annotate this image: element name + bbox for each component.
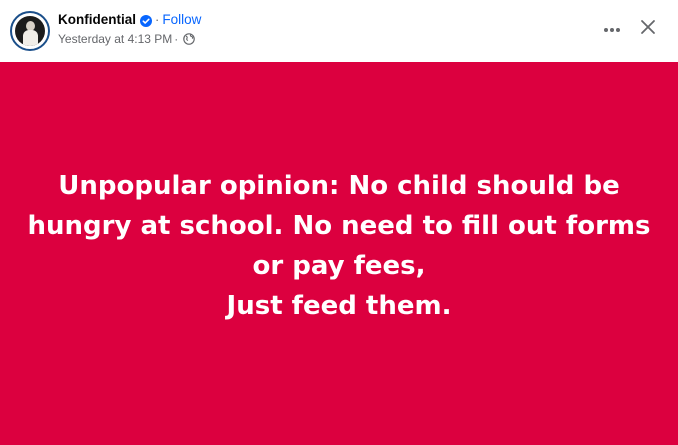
author-line: Konfidential · Follow bbox=[58, 11, 201, 29]
meta-separator-dot: · bbox=[174, 32, 179, 46]
post-meta: Yesterday at 4:13 PM · bbox=[58, 31, 196, 47]
globe-icon[interactable] bbox=[183, 33, 196, 45]
close-button[interactable] bbox=[634, 15, 662, 43]
post-image-text: Unpopular opinion: No child should be hu… bbox=[19, 166, 659, 326]
image-text-line: or pay fees, bbox=[252, 250, 426, 281]
image-text-line: Unpopular opinion: No child should be bbox=[58, 170, 620, 201]
verified-badge-icon bbox=[140, 14, 152, 27]
post-image[interactable]: Unpopular opinion: No child should be hu… bbox=[0, 62, 678, 445]
image-text-line: Just feed them. bbox=[226, 290, 452, 321]
more-horizontal-icon bbox=[603, 20, 621, 38]
post-card: Konfidential · Follow Yesterday at 4:13 … bbox=[0, 0, 678, 445]
author-name[interactable]: Konfidential bbox=[58, 11, 136, 29]
close-icon bbox=[640, 19, 656, 40]
follow-button[interactable]: Follow bbox=[162, 11, 201, 29]
more-options-button[interactable] bbox=[598, 15, 626, 43]
post-timestamp[interactable]: Yesterday at 4:13 PM bbox=[58, 31, 172, 47]
avatar[interactable] bbox=[10, 11, 50, 51]
post-header: Konfidential · Follow Yesterday at 4:13 … bbox=[0, 0, 678, 61]
avatar-figure-body bbox=[23, 30, 38, 46]
image-text-line: hungry at school. No need to fill out fo… bbox=[27, 210, 651, 241]
separator-dot: · bbox=[155, 12, 160, 27]
avatar-photo bbox=[15, 16, 45, 46]
